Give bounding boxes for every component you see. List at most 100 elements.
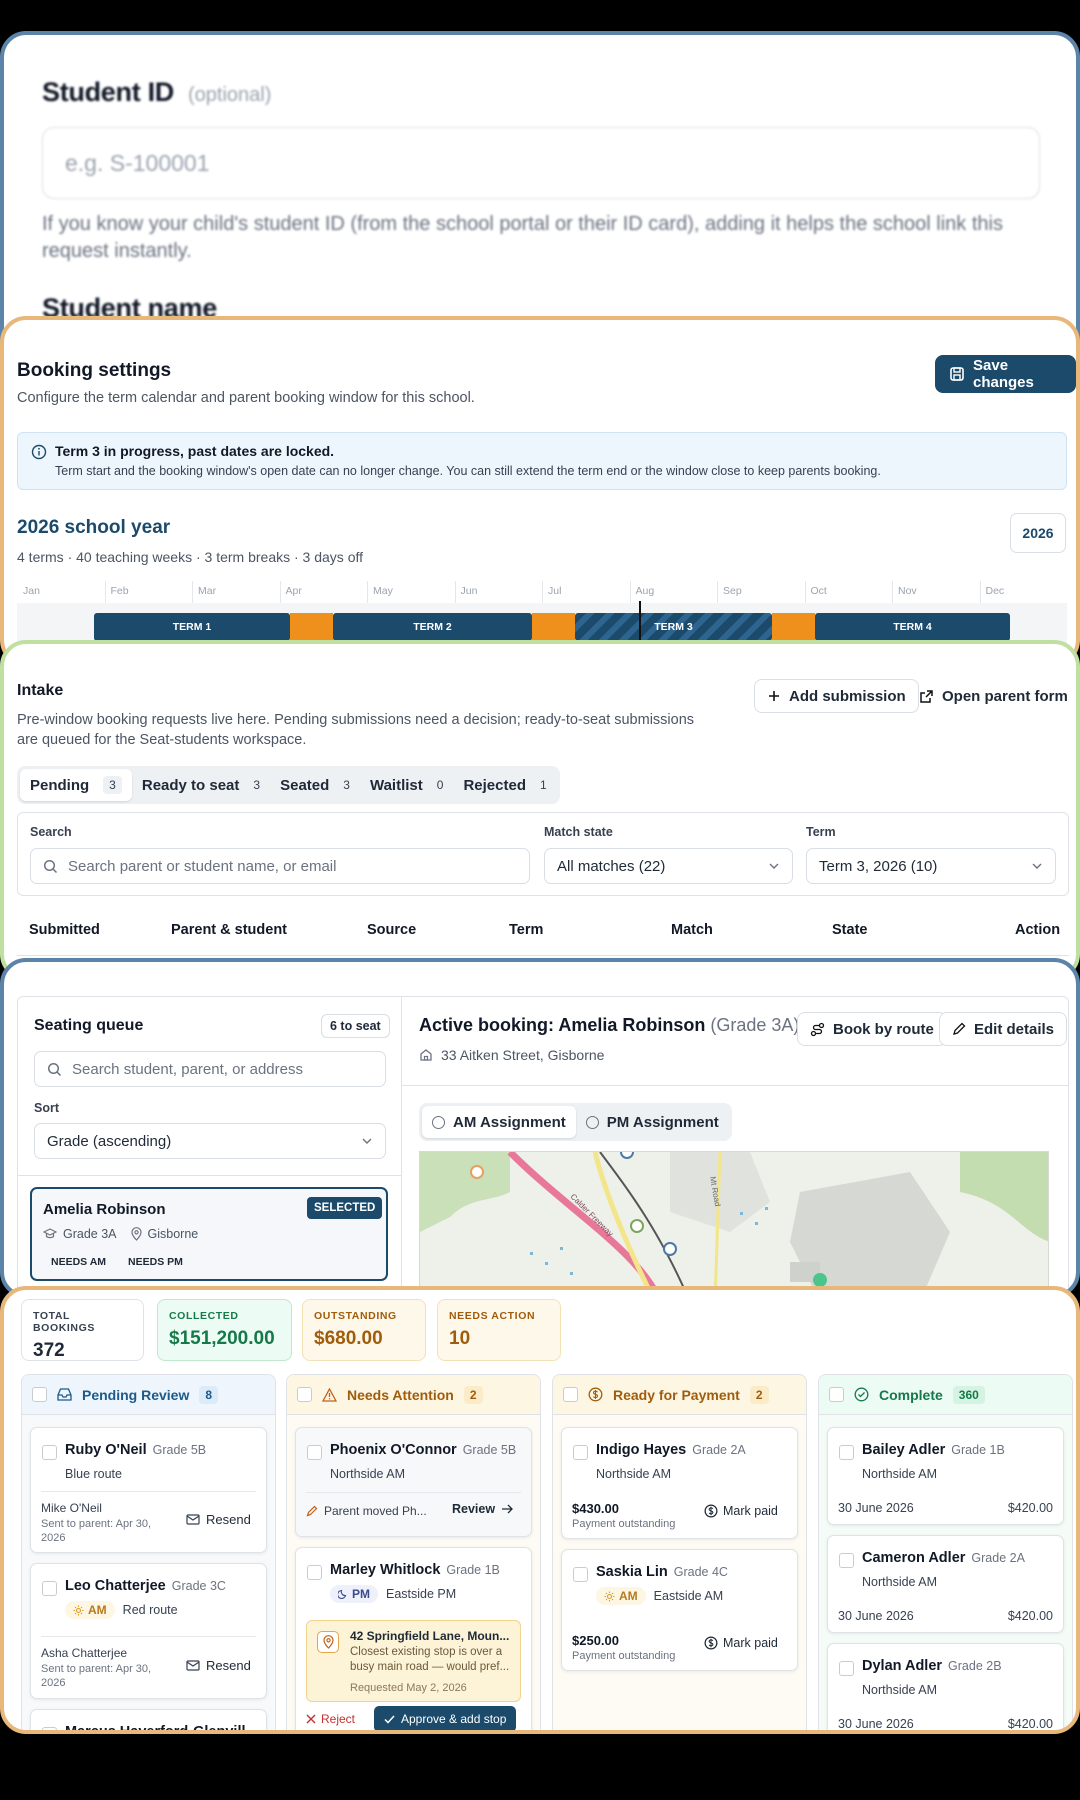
- check-circle-icon: [854, 1387, 869, 1402]
- student-route: Northside AM: [862, 1467, 938, 1481]
- attention-card[interactable]: Marley Whitlock Grade 1B PM Eastside PM 4…: [295, 1547, 532, 1730]
- pending-card[interactable]: Ruby O'Neil Grade 5B Blue route Mike O'Ne…: [30, 1427, 267, 1553]
- select-all-checkbox[interactable]: [32, 1387, 47, 1402]
- attention-card[interactable]: Phoenix O'Connor Grade 5B Northside AM Pa…: [295, 1427, 532, 1537]
- student-grade: Grade 3C: [171, 1579, 226, 1593]
- filter-bar: Search Search parent or student name, or…: [17, 812, 1069, 896]
- year-title: 2026 school year: [17, 517, 171, 538]
- select-all-checkbox[interactable]: [297, 1387, 312, 1402]
- reject-button[interactable]: Reject: [306, 1712, 355, 1726]
- col-term[interactable]: Term: [509, 922, 543, 938]
- select-all-checkbox[interactable]: [829, 1387, 844, 1402]
- col-state[interactable]: State: [832, 922, 867, 938]
- resend-button[interactable]: Resend: [186, 1658, 251, 1673]
- radio-icon: [432, 1115, 445, 1129]
- col-action[interactable]: Action: [1015, 922, 1060, 938]
- card-checkbox[interactable]: [307, 1565, 322, 1580]
- stop-request-date: Requested May 2, 2026: [350, 1682, 467, 1694]
- match-select[interactable]: All matches (22): [544, 848, 793, 884]
- break-1-bar: [290, 613, 333, 641]
- card-title: Indigo Hayes Grade 2A: [596, 1441, 746, 1459]
- tab-ready-to-seat[interactable]: Ready to seat 3: [132, 769, 270, 801]
- sort-label: Sort: [34, 1101, 59, 1115]
- month-divider: [629, 581, 631, 603]
- card-checkbox[interactable]: [839, 1661, 854, 1676]
- complete-card[interactable]: Bailey Adler Grade 1B Northside AM 30 Jun…: [827, 1427, 1064, 1525]
- queue-card-selected[interactable]: Amelia Robinson SELECTED Grade 3A Gisbor…: [30, 1187, 388, 1281]
- card-checkbox[interactable]: [307, 1445, 322, 1460]
- stat-title: OUTSTANDING: [314, 1310, 397, 1322]
- col-submitted[interactable]: Submitted: [29, 922, 100, 938]
- term-1-bar[interactable]: TERM 1: [94, 613, 290, 641]
- needs-am-tag: NEEDS AM: [51, 1256, 107, 1268]
- save-changes-button[interactable]: Save changes: [935, 355, 1076, 393]
- book-by-route-label: Book by route: [833, 1020, 934, 1038]
- edit-details-button[interactable]: Edit details: [939, 1012, 1068, 1046]
- student-grade: Grade 2A: [971, 1551, 1025, 1565]
- card-checkbox[interactable]: [42, 1445, 57, 1460]
- ready-card[interactable]: Indigo Hayes Grade 2A Northside AM $430.0…: [561, 1427, 798, 1539]
- alert-title: Term 3 in progress, past dates are locke…: [55, 443, 335, 459]
- card-checkbox[interactable]: [839, 1553, 854, 1568]
- term-2-bar[interactable]: TERM 2: [333, 613, 532, 641]
- col-source[interactable]: Source: [367, 922, 416, 938]
- student-id-field[interactable]: e.g. S-100001: [42, 127, 1040, 199]
- mark-paid-button[interactable]: Mark paid: [704, 1636, 778, 1650]
- active-booking-pane: Active booking: Amelia Robinson (Grade 3…: [402, 997, 1068, 1294]
- review-button[interactable]: Review: [452, 1502, 514, 1516]
- card-checkbox[interactable]: [573, 1445, 588, 1460]
- tab-count: 0: [436, 778, 444, 792]
- complete-card[interactable]: Cameron Adler Grade 2A Northside AM 30 Ju…: [827, 1535, 1064, 1633]
- add-submission-button[interactable]: Add submission: [754, 679, 919, 713]
- term-select[interactable]: Term 3, 2026 (10): [806, 848, 1056, 884]
- col-match[interactable]: Match: [671, 922, 713, 938]
- tab-rejected[interactable]: Rejected 1: [453, 769, 556, 801]
- external-link-icon: [919, 689, 934, 704]
- divider: [41, 1491, 256, 1492]
- complete-card[interactable]: Dylan Adler Grade 2B Northside AM 30 June…: [827, 1643, 1064, 1730]
- open-parent-form-link[interactable]: Open parent form: [919, 679, 1068, 713]
- intake-description: Pre-window booking requests live here. P…: [17, 712, 695, 748]
- tab-waitlist[interactable]: Waitlist 0: [360, 769, 453, 801]
- tab-am-assignment[interactable]: AM Assignment: [422, 1106, 576, 1138]
- month-divider: [454, 581, 456, 603]
- tab-pm-assignment[interactable]: PM Assignment: [576, 1106, 729, 1138]
- stop-request-body: Closest existing stop is over a busy mai…: [350, 1646, 510, 1673]
- year-select[interactable]: 2026: [1010, 513, 1066, 553]
- sort-value: Grade (ascending): [47, 1132, 172, 1150]
- intake-search-input[interactable]: Search parent or student name, or email: [30, 848, 530, 884]
- resend-button[interactable]: Resend: [186, 1512, 251, 1527]
- queue-sidebar: Seating queue 6 to seat Search student, …: [18, 997, 402, 1294]
- term-3-bar[interactable]: TERM 3: [575, 613, 772, 641]
- pending-card[interactable]: Leo Chatterjee Grade 3C AM Red route Asha…: [30, 1563, 267, 1699]
- card-checkbox[interactable]: [839, 1445, 854, 1460]
- shift-label: AM: [88, 1603, 107, 1617]
- needs-pm-tag: NEEDS PM: [128, 1256, 183, 1268]
- tab-pending[interactable]: Pending 3: [20, 769, 132, 801]
- ready-card[interactable]: Saskia Lin Grade 4C AM Eastside AM $250.0…: [561, 1549, 798, 1671]
- intake-panel: Intake Pre-window booking requests live …: [0, 640, 1080, 980]
- mark-paid-button[interactable]: Mark paid: [704, 1504, 778, 1518]
- card-checkbox[interactable]: [42, 1581, 57, 1596]
- arrow-right-icon: [501, 1504, 514, 1514]
- student-grade: Grade 5B: [462, 1443, 517, 1457]
- locked-alert: Term 3 in progress, past dates are locke…: [17, 432, 1067, 490]
- route-map[interactable]: Calder Freeway Mt Road: [419, 1151, 1049, 1294]
- card-title: Marley Whitlock Grade 1B: [330, 1561, 500, 1579]
- card-checkbox[interactable]: [42, 1727, 57, 1730]
- card-checkbox[interactable]: [573, 1567, 588, 1582]
- approve-add-stop-button[interactable]: Approve & add stop: [374, 1706, 517, 1730]
- sort-select[interactable]: Grade (ascending): [34, 1123, 386, 1159]
- pm-tab-label: PM Assignment: [606, 1113, 719, 1131]
- break-2-bar: [532, 613, 575, 641]
- queue-search-input[interactable]: Search student, parent, or address: [34, 1051, 386, 1087]
- column-header: Complete 360: [819, 1375, 1072, 1415]
- am-pill: AM: [65, 1601, 115, 1619]
- tab-seated[interactable]: Seated 3: [270, 769, 360, 801]
- queue-student-grade: Grade 3A: [63, 1227, 117, 1241]
- pending-card[interactable]: Marcus Haverford-Glenvill...: [30, 1709, 267, 1730]
- select-all-checkbox[interactable]: [563, 1387, 578, 1402]
- book-by-route-button[interactable]: Book by route: [797, 1012, 947, 1046]
- term-4-bar[interactable]: TERM 4: [815, 613, 1010, 641]
- col-parent-student[interactable]: Parent & student: [171, 922, 287, 938]
